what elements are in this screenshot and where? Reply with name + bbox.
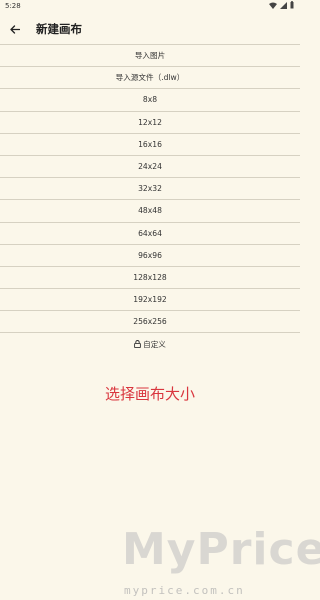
menu-item-label: 16x16 [138, 139, 162, 149]
signal-icon [280, 1, 287, 9]
lock-icon [134, 340, 141, 349]
menu-item-label: 64x64 [138, 228, 162, 238]
menu-item-label: 32x32 [138, 184, 162, 194]
menu-item-label: 96x96 [138, 250, 162, 260]
menu-item-import-image[interactable]: 导入图片 [0, 44, 300, 66]
menu-item-size-192[interactable]: 192x192 [0, 288, 300, 310]
menu-item-label: 12x12 [138, 117, 162, 127]
menu-item-size-24[interactable]: 24x24 [0, 154, 300, 177]
app-bar: 新建画布 [0, 14, 300, 44]
menu-item-size-32[interactable]: 32x32 [0, 177, 300, 199]
watermark-logo: MyPrice myprice.com.cn [122, 524, 320, 598]
watermark-small: myprice.com.cn [124, 584, 245, 597]
page-title: 新建画布 [36, 22, 82, 36]
system-icons [269, 1, 294, 9]
menu-item-label: 8x8 [142, 95, 158, 105]
caption-text: 选择画布大小 [104, 385, 195, 403]
menu-item-label: 192x192 [133, 295, 167, 305]
menu-item-import-source[interactable]: 导入源文件（.dlw） [0, 66, 300, 88]
arrow-left-icon [10, 24, 20, 34]
menu-item-size-12[interactable]: 12x12 [0, 110, 300, 133]
menu-item-label: 导入源文件（.dlw） [115, 73, 185, 83]
status-time: 5:28 [5, 2, 21, 10]
menu-item-size-48[interactable]: 48x48 [0, 199, 300, 221]
menu-item-label: 自定义 [143, 339, 166, 349]
menu-item-size-8[interactable]: 8x8 [0, 88, 300, 110]
menu-item-label: 24x24 [138, 162, 162, 172]
menu-item-label: 导入图片 [134, 51, 166, 61]
menu-item-size-128[interactable]: 128x128 [0, 265, 300, 288]
menu-item-size-256[interactable]: 256x256 [0, 310, 300, 332]
menu-item-size-16[interactable]: 16x16 [0, 132, 300, 155]
battery-icon [290, 1, 294, 9]
status-bar: 5:28 [0, 0, 300, 14]
menu-item-label: 256x256 [133, 317, 167, 327]
menu-item-custom[interactable]: 自定义 [0, 332, 300, 354]
back-button[interactable] [0, 14, 30, 44]
menu-item-size-64[interactable]: 64x64 [0, 221, 300, 244]
menu-item-size-96[interactable]: 96x96 [0, 243, 300, 266]
menu-item-label: 48x48 [138, 206, 162, 216]
watermark-big: MyPrice [122, 524, 320, 575]
menu-item-label: 128x128 [133, 272, 167, 282]
canvas-size-list: 导入图片 导入源文件（.dlw） 8x8 12x12 16x16 24x24 3… [0, 44, 300, 355]
wifi-icon [269, 2, 277, 9]
